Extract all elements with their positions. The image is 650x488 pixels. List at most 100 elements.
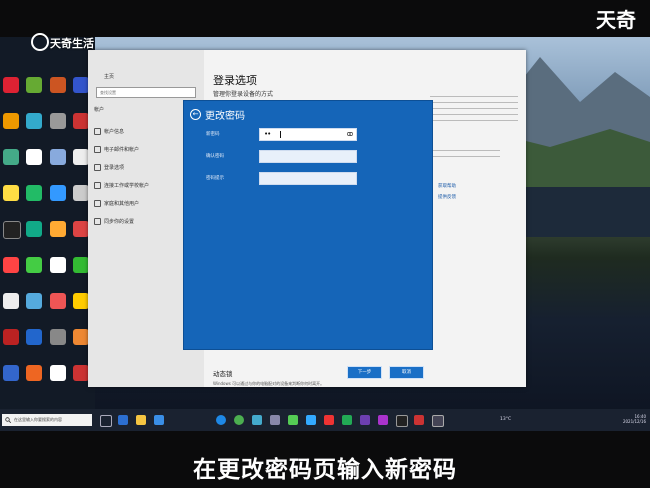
store-icon[interactable]	[154, 415, 164, 425]
text-caret	[280, 131, 281, 138]
sync-icon	[94, 218, 101, 225]
briefcase-icon	[94, 182, 101, 189]
search-icon	[5, 417, 11, 423]
back-arrow-icon[interactable]: ←	[190, 109, 201, 120]
app-icon[interactable]	[26, 221, 42, 237]
app-icon[interactable]	[26, 329, 42, 345]
app-icon[interactable]	[73, 149, 89, 165]
nav-item-signin-options[interactable]: 登录选项	[104, 164, 124, 171]
app-icon[interactable]	[3, 293, 19, 309]
side-text-block	[430, 150, 500, 162]
app-icon[interactable]	[50, 149, 66, 165]
task-view-icon[interactable]	[100, 415, 112, 427]
folder-icon[interactable]	[136, 415, 146, 425]
reveal-password-icon[interactable]	[347, 132, 353, 136]
brand-logo-left: 天奇生活	[50, 37, 94, 50]
dynamic-lock-description: Windows 可以通过与你的电脑配对的设备来判断你何时离开。	[213, 381, 325, 386]
app-icon[interactable]	[50, 365, 66, 381]
app-icon[interactable]	[3, 149, 19, 165]
confirm-password-field[interactable]	[259, 150, 357, 163]
edge-icon[interactable]	[118, 415, 128, 425]
app-icon[interactable]	[73, 257, 89, 273]
password-hint-label: 密码提示	[206, 176, 224, 181]
app-icon[interactable]	[73, 221, 89, 237]
confirm-password-label: 确认密码	[206, 154, 224, 159]
app-icon[interactable]	[73, 365, 89, 381]
app-icon[interactable]	[26, 365, 42, 381]
desktop-icons-area	[0, 37, 95, 409]
app-icon[interactable]	[73, 185, 89, 201]
app-icon[interactable]	[50, 185, 66, 201]
app-icon[interactable]	[26, 257, 42, 273]
dialog-title: 更改密码	[205, 111, 245, 122]
app-icon[interactable]	[73, 329, 89, 345]
chrome-icon[interactable]	[234, 415, 244, 425]
app-icon[interactable]	[50, 329, 66, 345]
app-icon[interactable]	[73, 77, 89, 93]
app-icon[interactable]	[26, 185, 42, 201]
nav-home[interactable]: 主页	[104, 73, 114, 80]
app-icon[interactable]	[73, 113, 89, 129]
app-icon[interactable]	[3, 185, 19, 201]
browser-icon[interactable]	[216, 415, 226, 425]
app-icon[interactable]	[3, 221, 21, 239]
page-subtitle: 管理你登录设备的方式	[213, 91, 274, 98]
app-icon[interactable]	[50, 113, 66, 129]
app-icon[interactable]	[26, 113, 42, 129]
app-icon[interactable]	[73, 293, 89, 309]
app-icon[interactable]	[26, 293, 42, 309]
nav-item-work-account[interactable]: 连接工作或学校帐户	[104, 182, 149, 189]
app-icon[interactable]	[50, 257, 66, 273]
nav-item-family[interactable]: 家庭和其他用户	[104, 200, 139, 207]
password-hint-field[interactable]	[259, 172, 357, 185]
taskbar-search-placeholder: 在这里输入你要搜索的内容	[14, 417, 62, 422]
app-taskbar-icon[interactable]	[360, 415, 370, 425]
brand-logo-right: 天奇	[596, 8, 636, 32]
app-icon[interactable]	[3, 329, 19, 345]
app-icon[interactable]	[3, 113, 19, 129]
family-icon	[94, 200, 101, 207]
app-taskbar-icon[interactable]	[414, 415, 424, 425]
wechat-icon[interactable]	[288, 415, 298, 425]
brand-logo-icon	[31, 33, 49, 51]
app-icon[interactable]	[50, 77, 66, 93]
settings-gear-icon[interactable]	[432, 415, 444, 427]
app-icon[interactable]	[26, 77, 42, 93]
search-placeholder: 查找设置	[100, 90, 116, 95]
nav-item-email[interactable]: 电子邮件和帐户	[104, 146, 139, 153]
app-icon[interactable]	[50, 221, 66, 237]
video-caption: 在更改密码页输入新密码	[193, 457, 457, 483]
nav-item-sync[interactable]: 同步你的设置	[104, 218, 134, 225]
taskbar-search-input[interactable]: 在这里输入你要搜索的内容	[2, 414, 92, 426]
page-title: 登录选项	[213, 74, 257, 87]
app-icon[interactable]	[3, 365, 19, 381]
app-icon[interactable]	[3, 257, 19, 273]
section-title: 帐户	[94, 107, 105, 113]
new-password-field[interactable]: ••	[259, 128, 357, 141]
app-taskbar-icon[interactable]	[252, 415, 262, 425]
app-taskbar-icon[interactable]	[396, 415, 408, 427]
app-taskbar-icon[interactable]	[342, 415, 352, 425]
app-taskbar-icon[interactable]	[378, 415, 388, 425]
help-link[interactable]: 获取帮助	[438, 183, 456, 189]
change-password-dialog: ← 更改密码 新密码 •• 确认密码 密码提示 下一步 取消	[183, 100, 433, 379]
app-taskbar-icon[interactable]	[270, 415, 280, 425]
app-icon[interactable]	[3, 77, 19, 93]
app-taskbar-icon[interactable]	[324, 415, 334, 425]
feedback-link[interactable]: 提供反馈	[438, 194, 456, 200]
clock[interactable]: 16:40 2021/12/16	[623, 414, 646, 424]
settings-search-input[interactable]: 查找设置	[96, 87, 196, 98]
next-button[interactable]: 下一步	[347, 366, 382, 379]
screen-recording: 主页 查找设置 帐户 帐户信息 电子邮件和帐户 登录选项 连接工作或学校帐户 家…	[0, 37, 650, 431]
app-icon[interactable]	[26, 149, 42, 165]
dynamic-lock-title: 动态锁	[213, 370, 233, 378]
mail-icon	[94, 146, 101, 153]
app-icon[interactable]	[50, 293, 66, 309]
nav-item-account-info[interactable]: 帐户信息	[104, 128, 124, 135]
side-text-block	[430, 96, 518, 126]
new-password-label: 新密码	[206, 132, 220, 137]
taskbar: 在这里输入你要搜索的内容 13°C 16:40 2021/12/16	[0, 409, 650, 431]
key-icon	[94, 164, 101, 171]
cancel-button[interactable]: 取消	[389, 366, 424, 379]
qq-icon[interactable]	[306, 415, 316, 425]
